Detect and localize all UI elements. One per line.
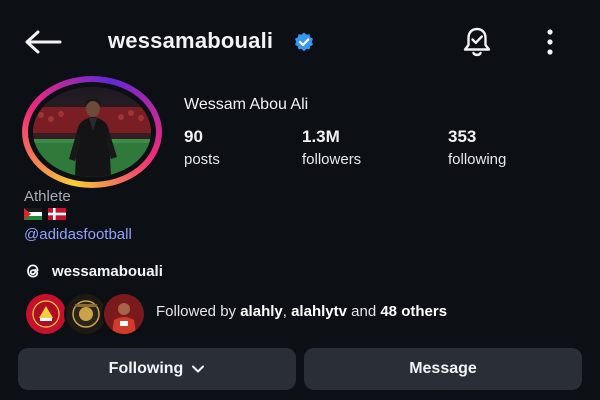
- profile-avatar[interactable]: [22, 76, 162, 188]
- posts-label: posts: [184, 151, 220, 168]
- followed-by-name: alahlytv: [291, 303, 347, 320]
- threads-icon: [27, 264, 39, 278]
- message-button-label: Message: [409, 360, 477, 377]
- followed-by-and: and: [346, 303, 381, 320]
- following-stat[interactable]: 353 following: [448, 127, 506, 168]
- followers-count: 1.3M: [302, 127, 340, 146]
- profile-category: Athlete: [24, 188, 71, 205]
- chevron-down-icon: [192, 365, 205, 373]
- more-options-icon[interactable]: [540, 28, 560, 56]
- followed-by-separator: ,: [282, 303, 292, 320]
- mutual-followers[interactable]: Followed by alahly, alahlytv and 48 othe…: [24, 292, 584, 336]
- message-button[interactable]: Message: [304, 348, 582, 390]
- posts-count: 90: [184, 127, 203, 146]
- followers-stat[interactable]: 1.3M followers: [302, 127, 361, 168]
- profile-full-name: Wessam Abou Ali: [184, 96, 309, 113]
- posts-stat[interactable]: 90 posts: [184, 127, 220, 168]
- followed-by-text: Followed by alahly, alahlytv and 48 othe…: [156, 303, 447, 320]
- followed-by-others: 48 others: [380, 303, 448, 320]
- avatar-photo: [33, 87, 151, 177]
- following-label: following: [448, 151, 507, 168]
- profile-screen: wessamabouali Wessam Abou Ali 90 posts 1…: [0, 0, 600, 400]
- mutual-avatar-third: [102, 292, 146, 336]
- palestine-flag-icon: [24, 208, 42, 220]
- verified-badge-icon: [295, 32, 313, 52]
- notification-bell-icon[interactable]: [462, 26, 492, 58]
- followers-label: followers: [302, 151, 362, 168]
- mutual-avatar-alahly: [24, 292, 68, 336]
- bio-flags: [24, 207, 70, 221]
- bio-mention-link[interactable]: @adidasfootball: [24, 226, 132, 243]
- followed-by-name: alahly: [240, 303, 283, 320]
- followed-by-prefix: Followed by: [156, 303, 241, 320]
- following-button-label: Following: [108, 360, 184, 377]
- threads-handle: wessamabouali: [52, 262, 163, 280]
- threads-link[interactable]: wessamabouali: [24, 260, 163, 282]
- denmark-flag-icon: [48, 208, 66, 220]
- profile-username: wessamabouali: [108, 28, 274, 53]
- avatar-photo-art: [33, 87, 151, 177]
- following-count: 353: [448, 127, 477, 146]
- following-button[interactable]: Following: [18, 348, 296, 390]
- back-arrow-icon[interactable]: [24, 30, 62, 54]
